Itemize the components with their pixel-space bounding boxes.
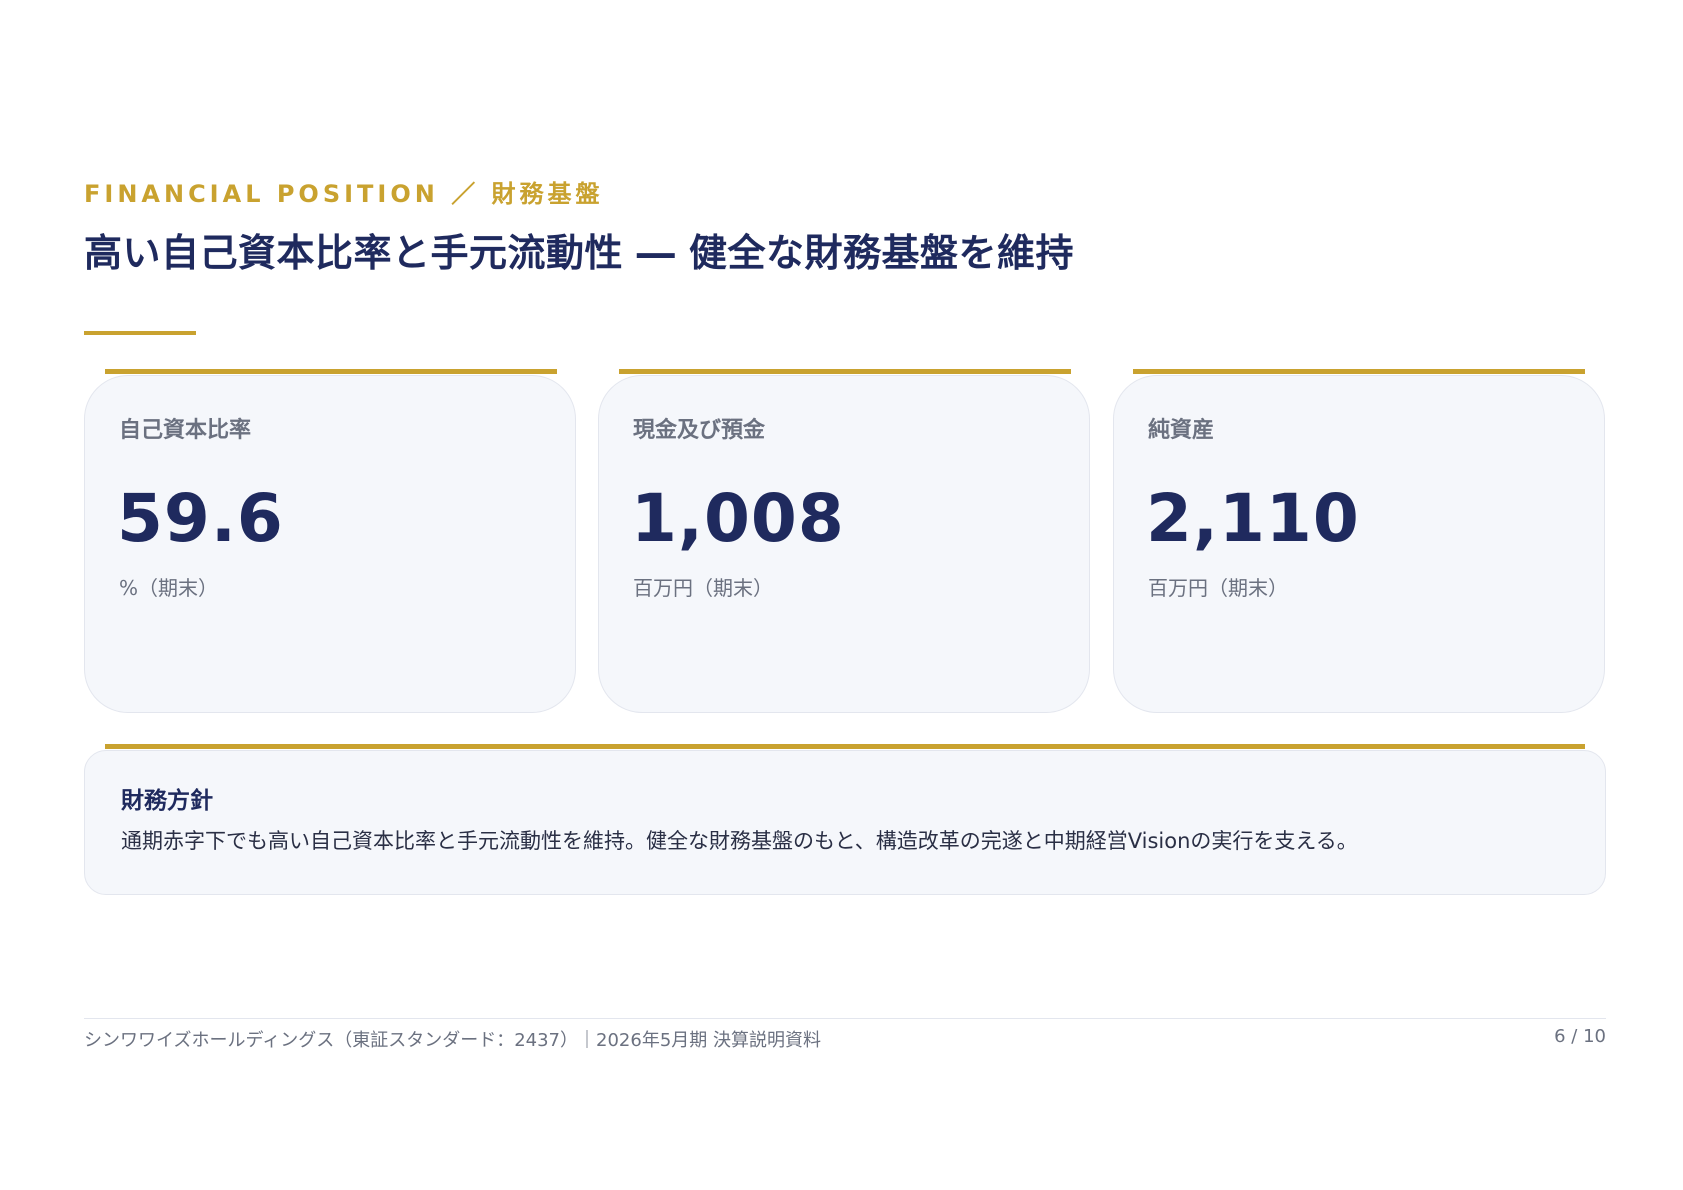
card-accent-line [1133,369,1585,374]
page-title: 高い自己資本比率と手元流動性 ― 健全な財務基盤を維持 [84,231,1074,275]
policy-heading: 財務方針 [121,788,213,814]
kpi-card-cash: 現金及び預金 1,008 百万円（期末） [598,375,1090,713]
kpi-value: 59.6 [117,480,284,557]
kpi-value: 2,110 [1146,480,1360,557]
kpi-unit: 百万円（期末） [1148,576,1288,600]
policy-box: 財務方針 通期赤字下でも高い自己資本比率と手元流動性を維持。健全な財務基盤のもと… [84,750,1606,895]
policy-body: 通期赤字下でも高い自己資本比率と手元流動性を維持。健全な財務基盤のもと、構造改革… [121,829,1358,853]
kpi-label: 純資産 [1148,418,1215,443]
kpi-unit: 百万円（期末） [633,576,773,600]
kpi-card-net-assets: 純資産 2,110 百万円（期末） [1113,375,1605,713]
card-accent-line [619,369,1071,374]
kpi-card-equity-ratio: 自己資本比率 59.6 %（期末） [84,375,576,713]
footer-divider [84,1018,1606,1019]
section-eyebrow: FINANCIAL POSITION ／ 財務基盤 [84,180,604,208]
title-underline [84,331,196,335]
footer-source: シンワワイズホールディングス（東証スタンダード：2437）｜2026年5月期 決… [84,1030,821,1051]
kpi-unit: %（期末） [119,576,219,600]
kpi-label: 現金及び預金 [633,418,766,443]
card-accent-line [105,369,557,374]
policy-accent-line [105,744,1585,749]
kpi-label: 自己資本比率 [119,418,252,443]
page-number: 6 / 10 [1554,1026,1606,1047]
kpi-value: 1,008 [631,480,845,557]
